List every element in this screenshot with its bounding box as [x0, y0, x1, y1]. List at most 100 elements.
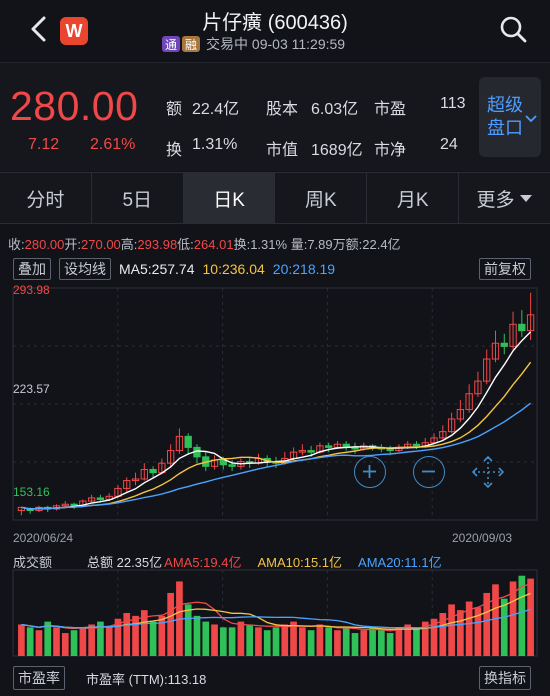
- volume-bar: [237, 621, 245, 656]
- tag-tong: 通: [162, 36, 181, 52]
- volume-bar: [325, 627, 333, 656]
- volume-bar: [211, 624, 218, 656]
- ohlc-line: 收:280.00开:270.00高:293.98低:264.01换:1.31% …: [8, 234, 401, 253]
- tab-more[interactable]: 更多: [459, 173, 550, 223]
- trade-status: 交易中 09-03 11:29:59: [206, 36, 346, 52]
- volume-bar: [202, 621, 210, 656]
- tab-weekly-k[interactable]: 周K: [275, 173, 368, 223]
- volume-bar: [307, 630, 315, 656]
- low-value: 264.01: [193, 237, 234, 252]
- ma10-value: 10:236.04: [202, 261, 265, 277]
- ma20-value: 20:218.19: [272, 261, 336, 277]
- date-end: 2020/09/03: [452, 531, 513, 545]
- tab-more-label: 更多: [476, 189, 515, 211]
- candle-body: [149, 468, 157, 474]
- high-value: 293.98: [137, 237, 178, 252]
- close-value: 280.00: [24, 237, 65, 252]
- volume-bar: [448, 604, 455, 656]
- switch-indicator-button[interactable]: 换指标: [479, 666, 531, 690]
- level2-button[interactable]: 超级 盘口: [479, 77, 541, 157]
- volume-bar: [263, 630, 271, 656]
- volume-bar: [272, 627, 280, 656]
- adjust-button[interactable]: 前复权: [479, 258, 531, 280]
- volume-bar: [492, 584, 499, 656]
- tab-daily-k[interactable]: 日K: [183, 173, 276, 223]
- volume-bar: [457, 610, 464, 656]
- kline-toolbar: 叠加 设均线 MA5:257.74 10:236.04 20:218.19: [13, 258, 335, 280]
- volume-bar: [167, 592, 174, 656]
- indicator-button[interactable]: 市盈率: [13, 666, 65, 690]
- quote-panel: 280.00 7.12 2.61% 额 22.4亿 换 1.31% 股本 6.0…: [0, 62, 550, 171]
- pe-value: 113: [440, 95, 466, 112]
- last-price: 280.00: [10, 83, 139, 129]
- zoom-in-icon[interactable]: [354, 456, 386, 488]
- candle-body: [386, 448, 394, 452]
- volume-value: 7.89万: [307, 237, 346, 252]
- volume-bar: [299, 627, 306, 656]
- volume-bar: [334, 630, 341, 656]
- candle-body: [518, 323, 526, 332]
- zoom-out-icon[interactable]: [413, 456, 445, 488]
- move-icon[interactable]: [471, 455, 505, 489]
- volume-bar: [35, 630, 43, 656]
- volume-bar: [105, 627, 113, 656]
- open-label: 开:: [64, 237, 82, 252]
- market-value-label: 市值: [266, 142, 299, 159]
- low-label: 低:: [177, 237, 194, 252]
- open-value: 270.00: [81, 237, 121, 252]
- tab-monthly-k[interactable]: 月K: [367, 173, 460, 223]
- volume-bar: [228, 627, 236, 656]
- high-label: 高:: [120, 237, 138, 252]
- dropdown-icon: [519, 194, 532, 202]
- volume-bar: [378, 630, 385, 656]
- candle-body: [325, 445, 333, 448]
- volume-bar: [132, 615, 139, 656]
- candle-body: [412, 443, 421, 447]
- top-nav: W 片仔癀 (600436) 通 融 交易中 09-03 11:29:59: [0, 0, 550, 62]
- volume-bar: [395, 627, 403, 656]
- ma5-line: [21, 331, 532, 510]
- amount-label: 额: [166, 101, 183, 118]
- ma5-value: MA5:257.74: [119, 261, 195, 277]
- axis-top-label: 293.98: [13, 283, 50, 297]
- market-value: 1689亿: [311, 142, 363, 159]
- volume-bar: [351, 633, 359, 656]
- candle-body: [228, 464, 236, 467]
- turnover-line-label: 换:: [233, 237, 251, 252]
- tab-intraday[interactable]: 分时: [0, 173, 92, 223]
- volume-bar: [386, 633, 394, 656]
- kline-chart[interactable]: [0, 282, 550, 530]
- volume-bar: [281, 624, 289, 656]
- turnover-line-value: 1.31%: [250, 237, 288, 252]
- volume-bar: [193, 615, 201, 656]
- volume-bar: [500, 598, 508, 656]
- volume-bar: [149, 621, 157, 656]
- volume-bar: [123, 613, 131, 656]
- page-title: 片仔癀 (600436): [202, 12, 348, 34]
- axis-bottom-label: 153.16: [13, 485, 50, 499]
- share-capital-value: 6.03亿: [311, 101, 359, 118]
- volume-bar: [360, 630, 368, 656]
- volume-bar: [61, 633, 69, 656]
- chevron-down-icon: [525, 115, 537, 123]
- volume-bar: [53, 627, 60, 656]
- amount-value: 22.4亿: [192, 101, 240, 118]
- amount-line-label: 额:: [345, 237, 363, 252]
- volume-bar: [79, 627, 87, 656]
- tab-5day[interactable]: 5日: [92, 173, 184, 223]
- turnover-value: 1.31%: [192, 136, 238, 153]
- pb-label: 市净: [374, 142, 407, 159]
- volume-chart[interactable]: [0, 566, 550, 660]
- share-capital-label: 股本: [266, 101, 299, 118]
- period-tabs: 分时 5日 日K 周K 月K 更多: [0, 172, 550, 224]
- overlay-button[interactable]: 叠加: [13, 258, 51, 280]
- pb-value: 24: [440, 136, 458, 153]
- candle-body: [184, 435, 192, 448]
- ma-settings-button[interactable]: 设均线: [59, 258, 111, 280]
- price-change: 7.12: [28, 136, 60, 153]
- price-change-pct: 2.61%: [90, 136, 136, 153]
- level2-label: 超级 盘口: [487, 95, 523, 138]
- search-icon[interactable]: [498, 14, 528, 44]
- axis-mid-label: 223.57: [13, 382, 50, 396]
- volume-bar: [26, 627, 34, 656]
